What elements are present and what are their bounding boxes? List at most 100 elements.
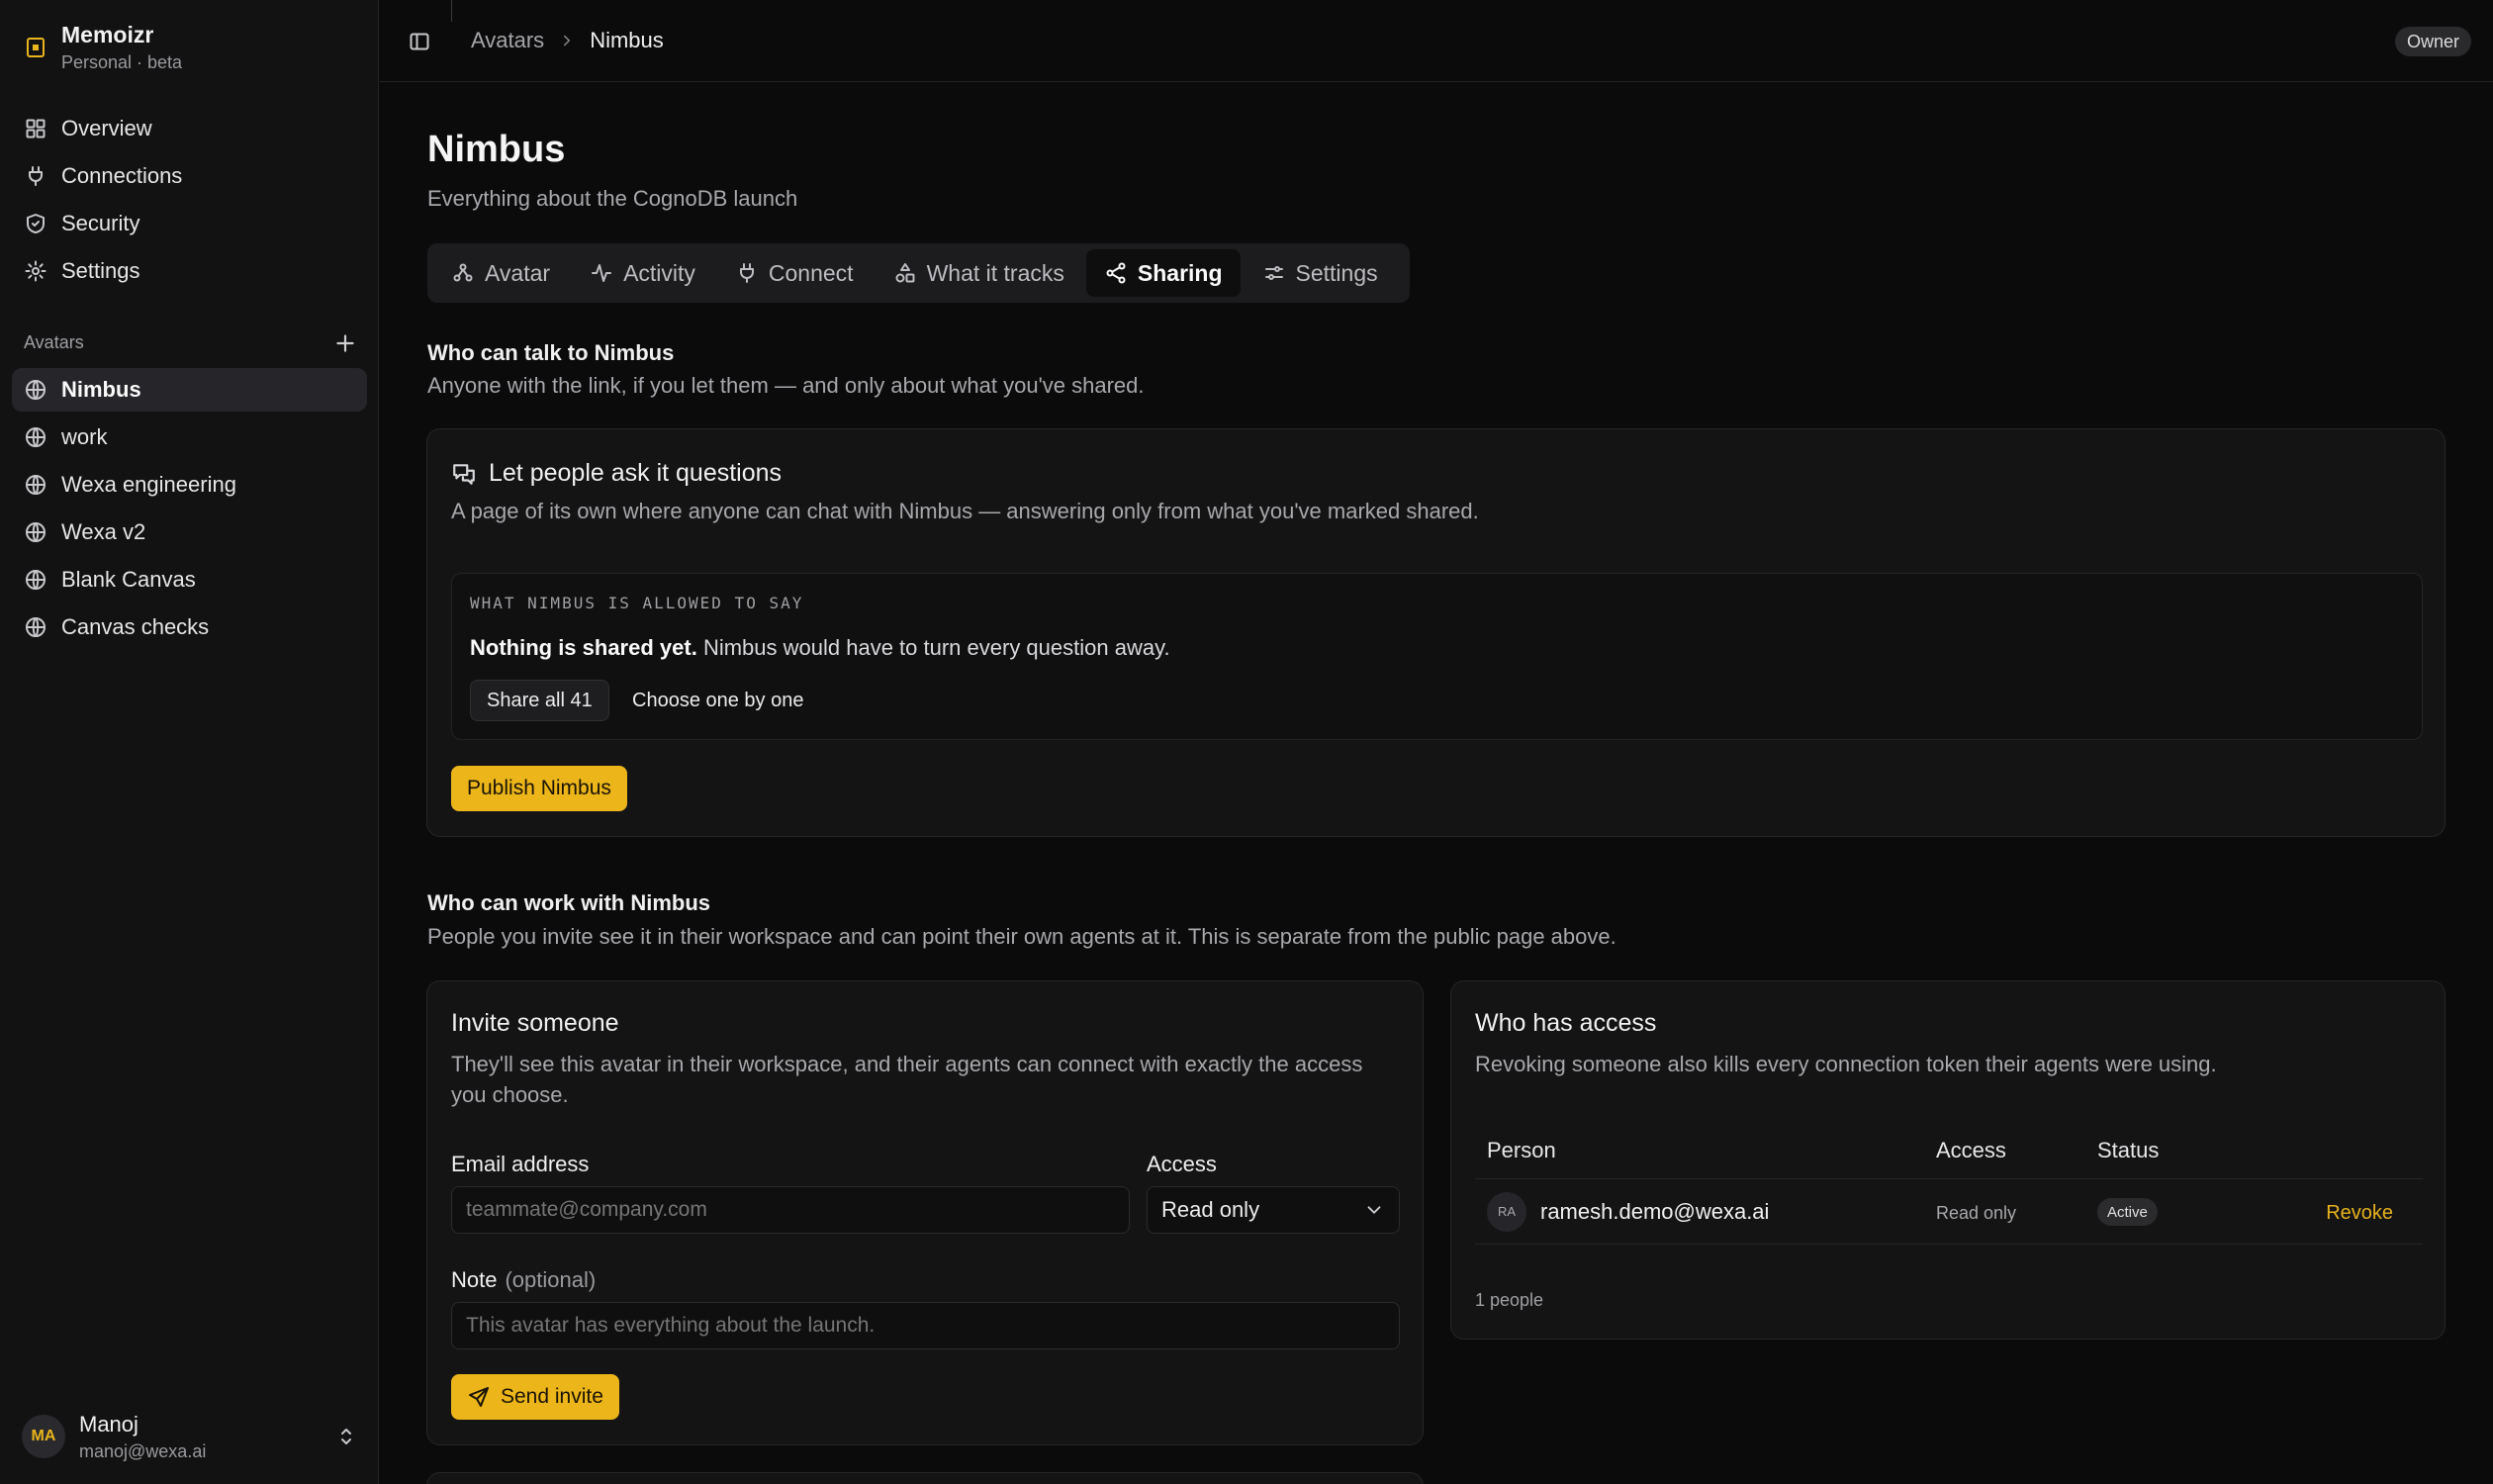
avatar-item-work[interactable]: work — [12, 416, 367, 459]
tab-label: Settings — [1295, 259, 1378, 286]
globe-icon — [24, 520, 47, 544]
nav-security[interactable]: Security — [12, 202, 367, 245]
memoizr-logo-icon — [24, 36, 47, 59]
people-count: 1 people — [1475, 1290, 1544, 1310]
plug-icon — [735, 261, 759, 285]
publish-button[interactable]: Publish Nimbus — [451, 766, 627, 811]
table-header: Person Access Status — [1475, 1122, 2423, 1179]
next-card-peek — [426, 1472, 1424, 1484]
cell-person: RA ramesh.demo@wexa.ai — [1475, 1191, 1936, 1232]
column-person: Person — [1487, 1137, 1556, 1162]
tab-label: What it tracks — [926, 259, 1064, 286]
note-field[interactable] — [451, 1302, 1400, 1349]
cell-actions: Revoke — [2295, 1199, 2423, 1225]
page-title: Nimbus — [427, 129, 566, 170]
share-all-button[interactable]: Share all 41 — [470, 680, 609, 721]
tab-what-it-tracks[interactable]: What it tracks — [876, 249, 1082, 297]
email-field[interactable] — [451, 1186, 1130, 1234]
tab-settings[interactable]: Settings — [1245, 249, 1396, 297]
globe-icon — [24, 378, 47, 402]
tab-avatar[interactable]: Avatar — [433, 249, 568, 297]
avatar-icon — [451, 261, 475, 285]
access-card-title: Who has access — [1475, 1009, 1657, 1037]
table-row: RA ramesh.demo@wexa.ai Read only Active … — [1475, 1179, 2423, 1245]
allowed-to-say-panel: WHAT NIMBUS IS ALLOWED TO SAY Nothing is… — [451, 573, 2423, 740]
nav-settings[interactable]: Settings — [12, 249, 367, 293]
gear-icon — [24, 259, 47, 283]
cell-access: Read only — [1936, 1199, 2097, 1225]
chevrons-up-down-icon — [334, 1425, 358, 1448]
shield-icon — [24, 212, 47, 235]
send-invite-button[interactable]: Send invite — [451, 1374, 619, 1420]
status-badge: Active — [2097, 1198, 2158, 1227]
breadcrumb-avatars-link[interactable]: Avatars — [471, 28, 544, 53]
sidebar: Memoizr Personal · beta Overview Connect… — [0, 0, 379, 1484]
topbar-divider — [451, 0, 452, 22]
nav-connections[interactable]: Connections — [12, 154, 367, 198]
avatar-item-blank-canvas[interactable]: Blank Canvas — [12, 558, 367, 602]
tab-connect[interactable]: Connect — [717, 249, 872, 297]
work-section-subtitle: People you invite see it in their worksp… — [427, 924, 1616, 949]
globe-icon — [24, 425, 47, 449]
invite-subtitle: They'll see this avatar in their workspa… — [451, 1052, 1363, 1107]
chat-bubbles-icon — [451, 461, 477, 487]
access-select[interactable]: Read only — [1147, 1186, 1400, 1234]
user-name: Manoj — [79, 1411, 138, 1437]
send-icon — [467, 1385, 491, 1409]
email-label: Email address — [451, 1152, 590, 1176]
avatar-item-label: Nimbus — [61, 377, 141, 402]
avatar-item-label: Canvas checks — [61, 614, 210, 639]
tab-activity[interactable]: Activity — [572, 249, 713, 297]
nav-overview[interactable]: Overview — [12, 107, 367, 150]
public-card-title: Let people ask it questions — [489, 459, 783, 487]
main-nav: Overview Connections Security Settings — [12, 107, 367, 297]
workspace-switcher[interactable]: Memoizr Personal · beta — [24, 22, 182, 73]
globe-icon — [24, 473, 47, 497]
avatar-item-nimbus[interactable]: Nimbus — [12, 368, 367, 412]
publish-button-label: Publish Nimbus — [467, 777, 611, 799]
column-status: Status — [2097, 1137, 2160, 1162]
globe-icon — [24, 568, 47, 592]
column-access: Access — [1936, 1137, 2006, 1162]
allowed-rest-text: Nimbus would have to turn every question… — [696, 635, 1170, 660]
choose-one-by-one-button[interactable]: Choose one by one — [630, 680, 805, 721]
sliders-icon — [1262, 261, 1286, 285]
breadcrumb: Avatars Nimbus — [471, 28, 664, 53]
public-card-header: Let people ask it questions — [451, 459, 782, 488]
tab-sharing[interactable]: Sharing — [1085, 249, 1241, 297]
allowed-strong-text: Nothing is shared yet. — [470, 635, 697, 660]
member-avatar: RA — [1487, 1191, 1526, 1232]
activity-icon — [590, 261, 613, 285]
chevron-right-icon — [558, 32, 576, 49]
nav-settings-label: Settings — [61, 258, 140, 283]
public-section-title: Who can talk to Nimbus — [427, 340, 675, 365]
invite-title: Invite someone — [451, 1009, 619, 1037]
work-section-title: Who can work with Nimbus — [427, 890, 711, 915]
allowed-to-say-label: WHAT NIMBUS IS ALLOWED TO SAY — [470, 594, 804, 612]
avatar-item-wexa-v2[interactable]: Wexa v2 — [12, 510, 367, 554]
revoke-button[interactable]: Revoke — [2326, 1202, 2393, 1224]
user-avatar: MA — [22, 1415, 65, 1458]
note-label-text: Note — [451, 1267, 498, 1292]
access-card-subtitle: Revoking someone also kills every connec… — [1475, 1052, 2217, 1076]
avatars-nav: Nimbus work Wexa engineering Wexa v2 Bla… — [12, 368, 367, 653]
sidebar-toggle-icon[interactable] — [408, 30, 431, 53]
member-access: Read only — [1936, 1202, 2017, 1223]
avatar-item-canvas-checks[interactable]: Canvas checks — [12, 605, 367, 649]
nav-overview-label: Overview — [61, 116, 152, 140]
avatar-item-label: Wexa v2 — [61, 519, 146, 544]
nav-connections-label: Connections — [61, 163, 183, 188]
tab-bar: Avatar Activity Connect What it tracks S… — [427, 243, 1410, 303]
chevron-down-icon — [1363, 1199, 1385, 1221]
allowed-to-say-message: Nothing is shared yet. Nimbus would have… — [470, 635, 1170, 661]
add-avatar-plus-icon[interactable] — [332, 330, 358, 356]
user-menu[interactable]: MA Manoj manoj@wexa.ai — [22, 1409, 358, 1464]
globe-icon — [24, 615, 47, 639]
top-bar: Avatars Nimbus Owner — [380, 0, 2493, 82]
role-badge: Owner — [2394, 27, 2471, 56]
grid-icon — [24, 117, 47, 140]
avatar-item-wexa-engineering[interactable]: Wexa engineering — [12, 463, 367, 507]
public-section-subtitle: Anyone with the link, if you let them — … — [427, 373, 1145, 398]
avatar-item-label: Wexa engineering — [61, 472, 236, 497]
avatar-item-label: work — [61, 424, 108, 449]
